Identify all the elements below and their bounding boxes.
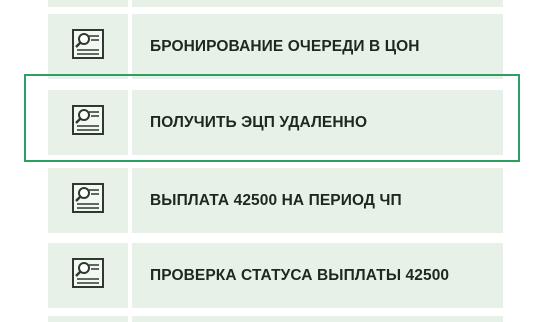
menu-item-label: ВЫПЛАТА 42500 НА ПЕРИОД ЧП — [150, 191, 402, 209]
menu-item-label: ПРОВЕРКА СТАТУСА ВЫПЛАТЫ 42500 — [150, 266, 450, 284]
menu-item-icon-cell — [48, 90, 128, 155]
menu-item-label-cell: БРОНИРОВАНИЕ ОЧЕРЕДИ В ЦОН — [132, 14, 503, 79]
service-menu: БРОНИРОВАНИЕ ОЧЕРЕДИ В ЦОН ПОЛУЧИТЬ ЭЦП … — [0, 0, 560, 322]
menu-item-booking-queue[interactable]: БРОНИРОВАНИЕ ОЧЕРЕДИ В ЦОН — [48, 14, 503, 79]
menu-item-label-cell: ПРОВЕРКА СТАТУСА ВЫПЛАТЫ 42500 — [132, 243, 503, 308]
menu-item-label-cell: ВЫПЛАТА 42500 НА ПЕРИОД ЧП — [132, 168, 503, 233]
menu-item-label: БРОНИРОВАНИЕ ОЧЕРЕДИ В ЦОН — [150, 37, 420, 55]
document-magnifier-icon — [71, 28, 105, 65]
menu-item-icon-cell — [48, 168, 128, 233]
menu-item-icon-cell — [48, 14, 128, 79]
menu-row-partial-top — [48, 0, 503, 7]
menu-item-icon-cell — [48, 243, 128, 308]
menu-item-get-eds-remotely[interactable]: ПОЛУЧИТЬ ЭЦП УДАЛЕННО — [48, 90, 503, 155]
menu-row-partial-bottom — [48, 316, 503, 322]
menu-item-label: ПОЛУЧИТЬ ЭЦП УДАЛЕННО — [150, 113, 368, 131]
menu-item-label-cell: ПОЛУЧИТЬ ЭЦП УДАЛЕННО — [132, 90, 503, 155]
document-magnifier-icon — [71, 104, 105, 141]
document-magnifier-icon — [71, 257, 105, 294]
menu-item-payment-status-check[interactable]: ПРОВЕРКА СТАТУСА ВЫПЛАТЫ 42500 — [48, 243, 503, 308]
document-magnifier-icon — [71, 182, 105, 219]
menu-item-payment-42500[interactable]: ВЫПЛАТА 42500 НА ПЕРИОД ЧП — [48, 168, 503, 233]
